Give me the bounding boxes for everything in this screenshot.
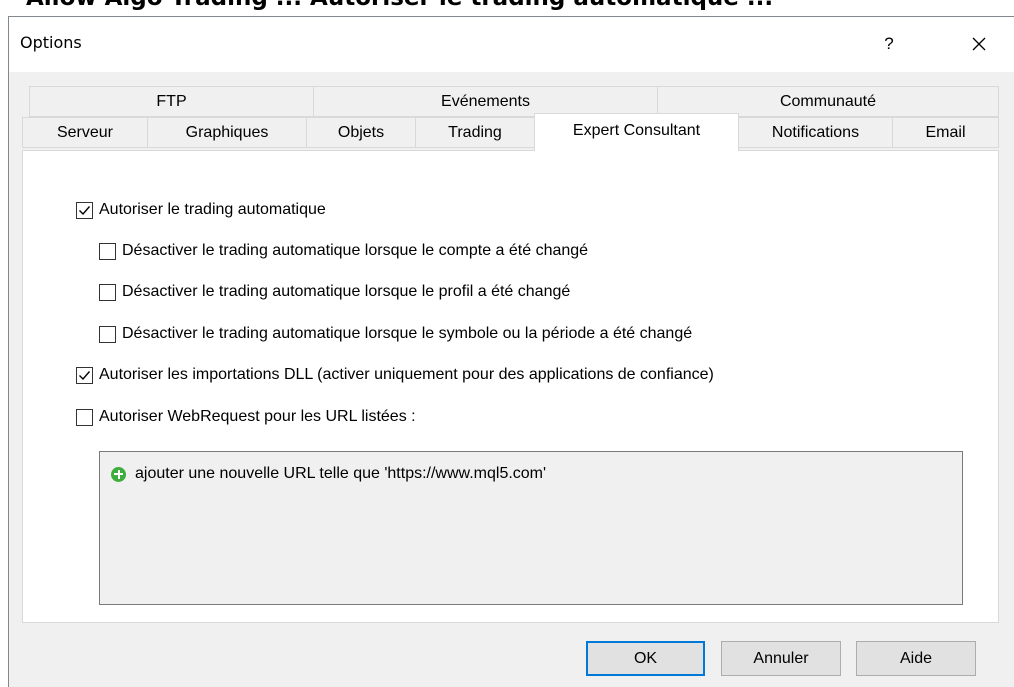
tab-trading[interactable]: Trading xyxy=(415,117,535,148)
cancel-button[interactable]: Annuler xyxy=(721,641,841,676)
close-icon xyxy=(972,37,986,51)
close-button[interactable] xyxy=(959,27,999,61)
disable-on-symbol-label: Désactiver le trading automatique lorsqu… xyxy=(122,325,693,342)
tab-graphiques[interactable]: Graphiques xyxy=(147,117,307,148)
title-bar: Options ? xyxy=(9,17,1014,72)
allow-webrequest-option[interactable]: Autoriser WebRequest pour les URL listée… xyxy=(76,408,416,426)
disable-on-profile-label: Désactiver le trading automatique lorsqu… xyxy=(122,283,571,300)
background-window-text: Allow Algo Trading ... Autoriser le trad… xyxy=(26,0,773,11)
checkmark-icon xyxy=(79,205,91,215)
options-dialog: Options ? FTP Evénements Communauté Serv… xyxy=(8,16,1014,687)
tab-serveur[interactable]: Serveur xyxy=(22,117,148,148)
ok-button[interactable]: OK xyxy=(586,641,705,676)
add-url-hint: ajouter une nouvelle URL telle que 'http… xyxy=(135,465,547,482)
allow-webrequest-label: Autoriser WebRequest pour les URL listée… xyxy=(99,408,416,425)
allow-webrequest-checkbox[interactable] xyxy=(76,408,93,426)
expert-consultant-panel: Autoriser le trading automatique Désacti… xyxy=(22,150,999,623)
url-list[interactable]: ajouter une nouvelle URL telle que 'http… xyxy=(99,451,963,605)
tab-notifications[interactable]: Notifications xyxy=(738,117,893,148)
disable-on-account-checkbox[interactable] xyxy=(99,242,116,260)
dialog-title: Options xyxy=(20,33,82,52)
allow-algo-checkbox[interactable] xyxy=(76,201,93,219)
allow-dll-checkbox[interactable] xyxy=(76,366,93,384)
help-dialog-button[interactable]: Aide xyxy=(856,641,976,676)
disable-on-symbol-checkbox[interactable] xyxy=(99,325,116,343)
disable-on-symbol-option[interactable]: Désactiver le trading automatique lorsqu… xyxy=(99,325,692,343)
disable-on-profile-option[interactable]: Désactiver le trading automatique lorsqu… xyxy=(99,283,570,301)
allow-dll-option[interactable]: Autoriser les importations DLL (activer … xyxy=(76,366,714,384)
disable-on-profile-checkbox[interactable] xyxy=(99,283,116,301)
tab-expert-consultant[interactable]: Expert Consultant xyxy=(534,113,739,151)
add-url-item[interactable]: ajouter une nouvelle URL telle que 'http… xyxy=(111,465,546,483)
add-circle-icon xyxy=(111,466,126,482)
help-button[interactable]: ? xyxy=(869,27,909,61)
allow-dll-label: Autoriser les importations DLL (activer … xyxy=(99,366,714,383)
disable-on-account-option[interactable]: Désactiver le trading automatique lorsqu… xyxy=(99,242,588,260)
allow-algo-label: Autoriser le trading automatique xyxy=(99,201,326,218)
checkmark-icon xyxy=(79,370,91,380)
tab-objets[interactable]: Objets xyxy=(306,117,416,148)
allow-algo-option[interactable]: Autoriser le trading automatique xyxy=(76,201,326,219)
tab-email[interactable]: Email xyxy=(892,117,999,148)
disable-on-account-label: Désactiver le trading automatique lorsqu… xyxy=(122,242,589,259)
tab-ftp[interactable]: FTP xyxy=(29,86,314,117)
